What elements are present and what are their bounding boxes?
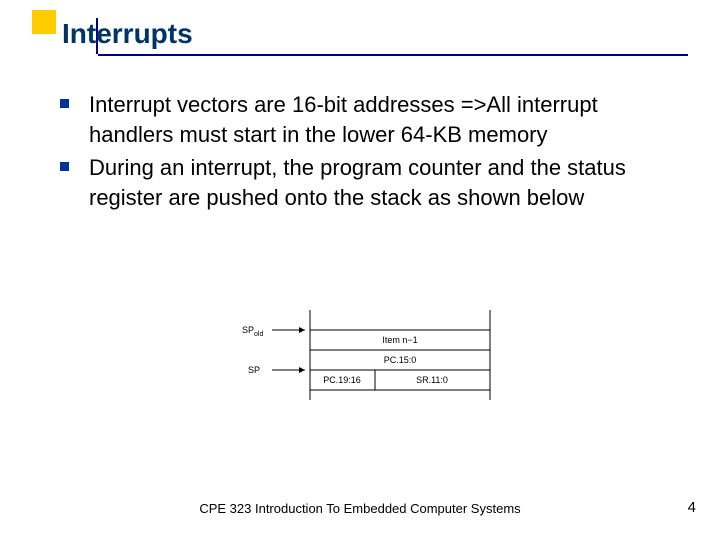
bullet-item: During an interrupt, the program counter… bbox=[60, 153, 680, 212]
diagram-row2: PC.15:0 bbox=[384, 355, 417, 365]
sp-label: SP bbox=[248, 365, 260, 375]
content-area: Interrupt vectors are 16-bit addresses =… bbox=[60, 90, 680, 217]
sp-old-label: SP bbox=[242, 325, 254, 335]
diagram-row3-left: PC.19:16 bbox=[323, 375, 361, 385]
footer-text: CPE 323 Introduction To Embedded Compute… bbox=[0, 501, 720, 516]
diagram-row1: Item n−1 bbox=[382, 335, 417, 345]
title-bar: Interrupts bbox=[40, 18, 193, 50]
square-bullet-icon bbox=[60, 162, 69, 171]
bullet-text: Interrupt vectors are 16-bit addresses =… bbox=[89, 90, 680, 149]
bullet-item: Interrupt vectors are 16-bit addresses =… bbox=[60, 90, 680, 149]
page-number: 4 bbox=[688, 499, 696, 516]
sp-old-sub: old bbox=[254, 331, 263, 338]
title-underline bbox=[98, 54, 688, 56]
slide-title: Interrupts bbox=[62, 18, 193, 50]
diagram-row3-right: SR.11:0 bbox=[416, 375, 448, 385]
square-bullet-icon bbox=[60, 99, 69, 108]
bullet-text: During an interrupt, the program counter… bbox=[89, 153, 680, 212]
stack-diagram: Item n−1 PC.15:0 PC.19:16 SR.11:0 SP old… bbox=[200, 310, 520, 430]
